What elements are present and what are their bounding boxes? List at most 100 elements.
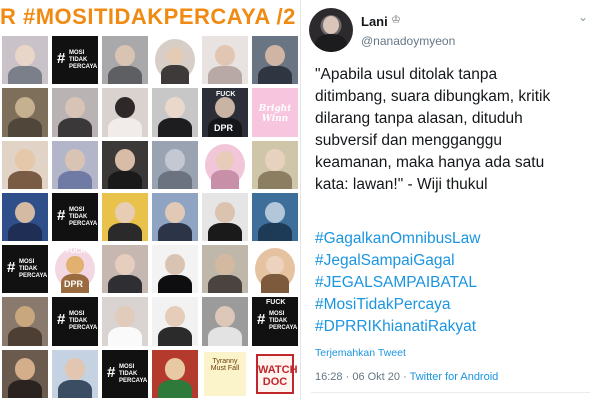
avatar-photo (2, 88, 48, 137)
mosi-line: TIDAK (69, 213, 88, 220)
mosi-line: PERCAYA (69, 325, 98, 332)
bright-line: Winn (261, 114, 289, 125)
avatar-head (14, 149, 36, 171)
tweet-text: "Apabila usul ditolak tanpa ditimbang, su… (315, 64, 595, 196)
avatar-body (108, 327, 142, 346)
avatar-body (8, 327, 42, 346)
chevron-down-icon[interactable]: ⌄ (578, 10, 588, 24)
avatar-photo (152, 349, 198, 399)
avatar-body (108, 275, 142, 294)
avatar-body (158, 275, 192, 294)
hashtag-link[interactable]: #JEGALSAMPAIBATAL (315, 272, 595, 294)
hash-symbol: # (57, 50, 66, 67)
avatar-body (8, 379, 42, 399)
avatar-body (208, 275, 242, 294)
hashtag-link[interactable]: #MosiTidakPercaya (315, 294, 595, 316)
avatar-tile: # MOSI TIDAK PERCAYA (100, 347, 150, 400)
avatar-tile (0, 138, 50, 191)
avatar-head (264, 44, 286, 66)
tweet-meta: 16:28 · 06 Okt 20 · Twitter for Android (315, 371, 498, 383)
avatar-body (258, 65, 292, 85)
avatar-body (258, 170, 292, 189)
avatar-photo (2, 349, 48, 399)
avatar-tile (150, 243, 200, 296)
avatar-tile (200, 190, 250, 244)
avatar-body (58, 379, 92, 399)
avatar-photo (52, 140, 98, 189)
avatar-photo (252, 192, 298, 242)
avatar-head (214, 253, 236, 276)
avatar-tile (100, 34, 150, 87)
avatar-tile (200, 138, 250, 191)
avatar-photo (152, 88, 198, 137)
avatar-head (214, 44, 236, 66)
avatar-head (64, 96, 86, 119)
avatar-photo (255, 248, 295, 294)
avatar-tile (150, 34, 200, 87)
mosi-text: MOSI TIDAK PERCAYA (269, 311, 297, 332)
avatar-photo (202, 36, 248, 85)
avatar-body (208, 327, 242, 346)
hash-symbol: # (107, 363, 116, 381)
avatar-head (114, 96, 136, 119)
avatar-tile (0, 86, 50, 139)
avatar-tile: FUCK DPR (200, 86, 250, 139)
avatar-tile (100, 138, 150, 191)
avatar-tile (150, 347, 200, 400)
avatar-head (14, 358, 36, 380)
avatar-body (108, 65, 142, 85)
avatar-head (14, 96, 36, 119)
avatar-body (260, 274, 290, 294)
sticker-line: Must Fall (210, 364, 240, 372)
mosi-line: MOSI (69, 206, 85, 213)
avatar-body (108, 222, 142, 242)
tweet-text-line: subversif dan mengganggu (315, 132, 502, 149)
tweet-client-link[interactable]: Twitter for Android (410, 371, 499, 383)
watch-line: DOC (262, 375, 288, 388)
avatar-head (14, 201, 36, 223)
avatar-head (216, 151, 234, 170)
avatar-body (58, 118, 92, 137)
fuck-label: FUCK (216, 91, 236, 99)
avatar-photo (202, 245, 248, 294)
hashtag-link[interactable]: #JegalSampaiGagal (315, 250, 595, 272)
avatar-tile: WATCH DOC (250, 347, 300, 400)
avatar-tile (100, 86, 150, 139)
avatar-tile (0, 190, 50, 244)
avatar-tile (200, 34, 250, 87)
hashtag-link[interactable]: #DPRRIKhianatiRakyat (315, 316, 595, 338)
avatar-tile (250, 34, 300, 87)
avatar-head (64, 358, 86, 380)
avatar-head (164, 149, 186, 171)
bright-line: Bright (258, 104, 292, 115)
bright-winn-logo: Bright Winn (252, 88, 298, 137)
avatar-tile (50, 347, 100, 400)
translate-tweet-link[interactable]: Terjemahkan Tweet (315, 347, 406, 359)
avatar-photo (155, 39, 195, 85)
display-name[interactable]: Lani (361, 14, 388, 29)
mosi-line: MOSI (119, 363, 135, 370)
avatar-head (114, 149, 136, 171)
mosi-tidak-percaya-badge: # MOSI TIDAK PERCAYA (52, 192, 98, 242)
hashtag-list: #GagalkanOmnibusLaw #JegalSampaiGagal #JEG… (315, 228, 595, 338)
mosi-line: PERCAYA (69, 220, 98, 227)
avatar-body (158, 379, 192, 399)
avatar-grid: # MOSI TIDAK PERCAYA FUCK DPR Bright Winn # MOSI T… (0, 34, 300, 400)
mosi-tidak-percaya-badge: # MOSI TIDAK PERCAYA (52, 297, 98, 346)
user-handle[interactable]: @nanadoymyeon (361, 34, 455, 48)
tweet-text-line: kata: lawan!" - Wiji thukul (315, 176, 488, 193)
avatar-photo (152, 192, 198, 242)
avatar-tile (250, 138, 300, 191)
avatar-body (8, 170, 42, 189)
mosi-line: TIDAK (19, 266, 38, 273)
avatar-body (158, 222, 192, 242)
mosi-line: MOSI (69, 50, 85, 56)
mosi-tidak-percaya-badge: # MOSI TIDAK PERCAYA (102, 349, 148, 399)
avatar-head (14, 306, 36, 328)
hashtag-link[interactable]: #GagalkanOmnibusLaw (315, 228, 595, 250)
avatar[interactable] (309, 8, 353, 52)
tweet-time: 16:28 (315, 371, 343, 383)
avatar-tile: # MOSI TIDAK PERCAYA (50, 34, 100, 87)
avatar-head (114, 201, 136, 223)
fuck-label: FUCK (66, 248, 86, 256)
